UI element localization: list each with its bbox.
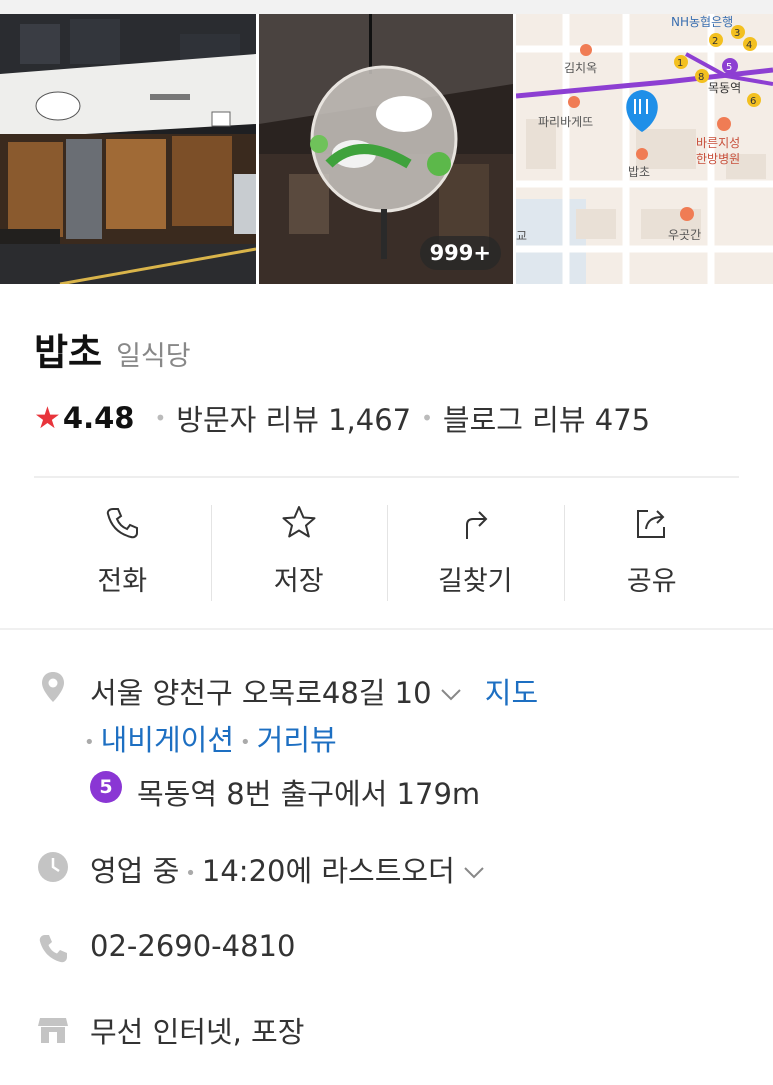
location-pin-icon <box>42 672 64 702</box>
svg-text:파리바게뜨: 파리바게뜨 <box>538 115 593 129</box>
share-label: 공유 <box>626 566 677 597</box>
save-label: 저장 <box>273 566 324 597</box>
photo-gallery[interactable]: 999+ 1 2 3 4 5 6 8 NH농협은행 김치옥 파리바게뜨 목동역 … <box>0 14 773 284</box>
place-header: 밥초 일식당 <box>34 322 191 376</box>
share-button[interactable]: 공유 <box>563 503 741 603</box>
share-icon <box>636 510 665 538</box>
rating-star-icon: ★ <box>34 400 61 436</box>
amenities-text: 무선 인터넷, 포장 <box>90 1015 305 1049</box>
store-icon <box>38 1018 68 1043</box>
svg-text:2: 2 <box>712 36 718 47</box>
star-icon <box>282 506 316 538</box>
action-bar: 전화 저장 길찾기 공유 <box>34 503 740 603</box>
streetview-link[interactable]: 거리뷰 <box>257 723 337 757</box>
svg-text:김치옥: 김치옥 <box>564 61 597 75</box>
svg-text:4: 4 <box>746 40 752 51</box>
address-text: 서울 양천구 오목로48길 10 <box>90 676 432 710</box>
address-row: 서울 양천구 오목로48길 10 지도 <box>90 670 538 712</box>
place-name: 밥초 <box>34 331 103 374</box>
divider <box>0 628 773 630</box>
directions-button[interactable]: 길찾기 <box>387 503 564 603</box>
map-link[interactable]: 지도 <box>485 676 538 710</box>
svg-text:우곳간: 우곳간 <box>668 228 701 242</box>
subway-line-badge: 5 <box>90 771 122 803</box>
subway-distance: 목동역 8번 출구에서 179m <box>137 777 481 811</box>
svg-text:교: 교 <box>516 229 527 243</box>
hours-detail: 14:20에 라스트오더 <box>201 854 455 888</box>
divider <box>34 476 739 478</box>
svg-text:8: 8 <box>698 72 704 83</box>
chevron-down-icon[interactable] <box>463 866 485 880</box>
visitor-reviews-link[interactable]: 방문자 리뷰 1,467 <box>176 397 411 439</box>
top-strip <box>0 0 773 14</box>
separator-dot: • <box>240 731 251 753</box>
phone-icon <box>39 935 67 963</box>
svg-text:목동역: 목동역 <box>708 81 741 95</box>
blog-reviews-link[interactable]: 블로그 리뷰 475 <box>443 397 650 439</box>
hours-status: 영업 중 <box>90 854 180 888</box>
svg-text:바른지성: 바른지성 <box>696 136 740 150</box>
save-button[interactable]: 저장 <box>210 503 388 603</box>
svg-text:5: 5 <box>726 62 732 73</box>
photo-storefront[interactable] <box>0 14 256 284</box>
svg-text:3: 3 <box>734 28 740 39</box>
review-summary: ★ 4.48 • 방문자 리뷰 1,467 • 블로그 리뷰 475 <box>34 397 650 439</box>
hours-row[interactable]: 영업 중 • 14:20에 라스트오더 <box>90 848 485 890</box>
photo-count-badge[interactable]: 999+ <box>419 236 501 270</box>
svg-text:NH농협은행: NH농협은행 <box>671 14 733 29</box>
address-links-row: • 내비게이션 • 거리뷰 <box>84 717 337 759</box>
separator-dot: • <box>185 862 196 884</box>
separator-dot: • <box>154 406 167 430</box>
svg-text:한방병원: 한방병원 <box>696 152 740 166</box>
rating-value: 4.48 <box>62 401 135 435</box>
call-button[interactable]: 전화 <box>34 503 211 603</box>
place-category: 일식당 <box>116 341 191 372</box>
clock-icon <box>38 852 68 882</box>
photo-interior-windchime[interactable]: 999+ <box>259 14 513 284</box>
chevron-down-icon[interactable] <box>440 688 462 702</box>
phone-icon <box>107 508 139 539</box>
phone-number[interactable]: 02-2690-4810 <box>90 929 295 963</box>
navigation-link[interactable]: 내비게이션 <box>101 723 234 757</box>
call-label: 전화 <box>97 566 148 597</box>
directions-icon <box>466 511 488 539</box>
svg-text:1: 1 <box>677 58 683 69</box>
separator-dot: • <box>421 406 433 430</box>
directions-label: 길찾기 <box>437 566 513 597</box>
svg-text:6: 6 <box>750 96 756 107</box>
svg-text:밥초: 밥초 <box>628 165 650 179</box>
separator-dot: • <box>84 731 95 753</box>
map-thumbnail[interactable]: 1 2 3 4 5 6 8 NH농협은행 김치옥 파리바게뜨 목동역 바른지성 … <box>516 14 773 284</box>
